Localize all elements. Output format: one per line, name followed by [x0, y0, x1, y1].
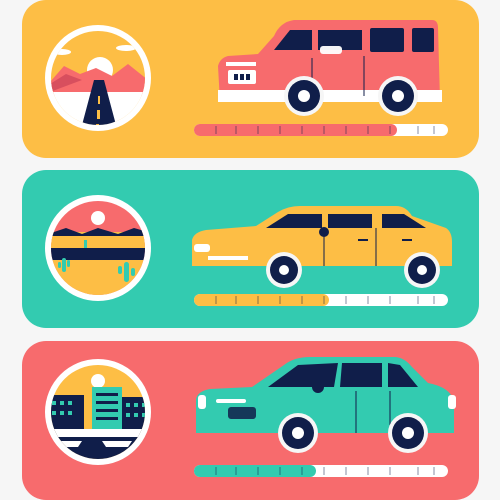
vehicle-card-hatchback[interactable]	[22, 170, 479, 328]
progress-bar-fill	[194, 124, 397, 136]
progress-bar	[194, 294, 448, 306]
progress-bar	[194, 124, 448, 136]
progress-bar-fill	[194, 294, 329, 306]
vehicle-card-sedan[interactable]	[22, 341, 479, 500]
vehicle-card-suv[interactable]	[22, 0, 479, 158]
progress-bar	[194, 465, 448, 477]
progress-bar-fill	[194, 465, 316, 477]
